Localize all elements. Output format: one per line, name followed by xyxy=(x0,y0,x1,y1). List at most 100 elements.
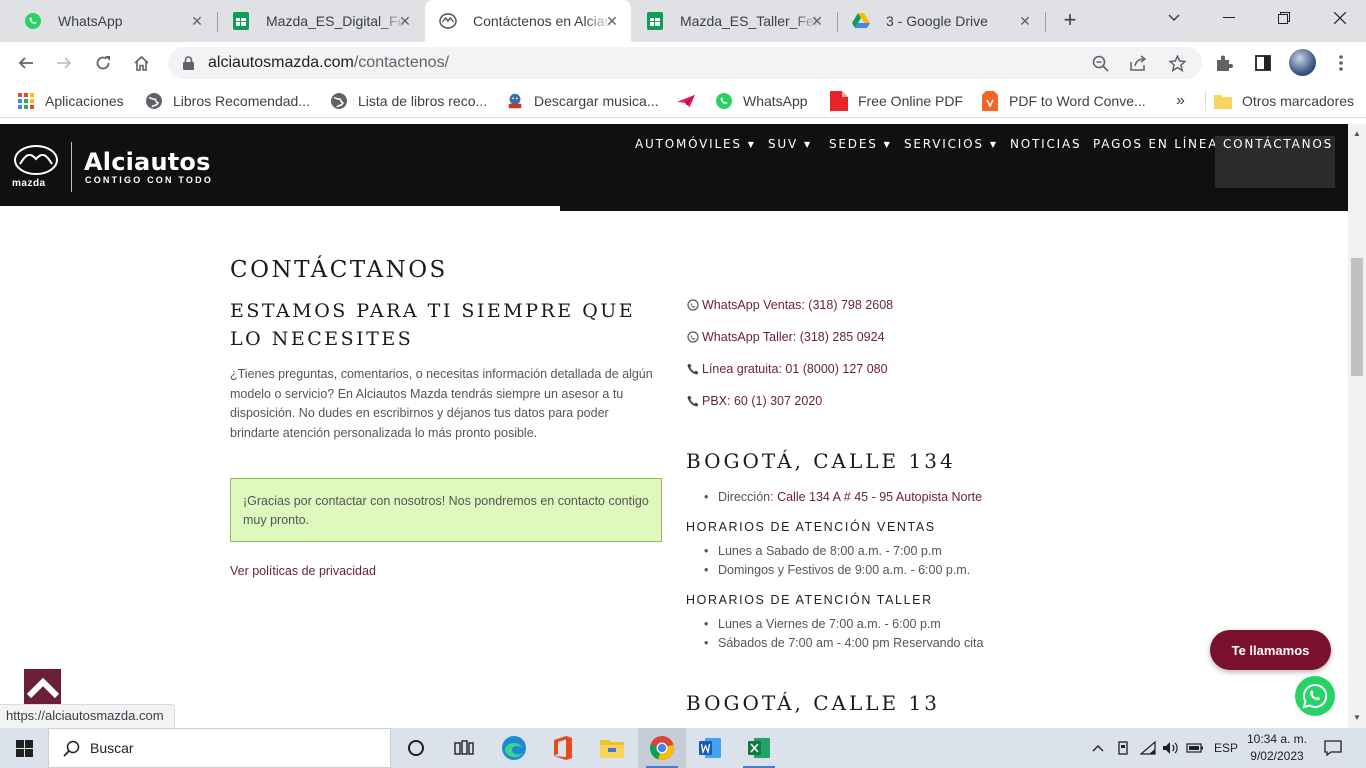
restore-button[interactable] xyxy=(1256,0,1312,36)
tab-search-chevron-icon[interactable] xyxy=(1146,0,1202,36)
sales-hours-item: • Domingos y Festivos de 9:00 a.m. - 6:00… xyxy=(704,563,971,577)
url-path: /contactenos/ xyxy=(353,54,450,71)
contact-pbx[interactable]: PBX: 60 (1) 307 2020 xyxy=(686,394,822,408)
brand-name[interactable]: Alciautos xyxy=(84,148,211,176)
bookmark-pdf-to-word[interactable]: PDF to Word Conve... xyxy=(981,91,1146,111)
nav-label: CONTÁCTANOS xyxy=(1223,137,1334,151)
reload-icon[interactable] xyxy=(90,50,116,76)
pdf-convert-icon xyxy=(981,91,999,111)
star-bookmark-icon[interactable] xyxy=(1167,53,1187,73)
globe-icon xyxy=(145,92,163,110)
nav-suv[interactable]: SUV ▼ xyxy=(768,124,812,164)
status-bar-url: https://alciautosmazda.com xyxy=(0,704,175,728)
bookmark-libros-recomendados[interactable]: Libros Recomendad... xyxy=(145,91,310,111)
call-me-button[interactable]: Te llamamos xyxy=(1210,630,1331,670)
minimize-button[interactable] xyxy=(1201,0,1257,36)
network-tray-icon[interactable] xyxy=(1140,728,1156,768)
taskbar-search-box[interactable]: Buscar xyxy=(48,728,391,768)
lock-icon[interactable] xyxy=(183,56,194,75)
close-icon[interactable]: ✕ xyxy=(808,12,826,30)
tab-whatsapp[interactable]: WhatsApp ✕ xyxy=(10,0,216,42)
contact-whatsapp-ventas[interactable]: WhatsApp Ventas: (318) 798 2608 xyxy=(686,298,893,312)
taskbar-chrome[interactable] xyxy=(638,728,686,768)
scroll-up-arrow-icon[interactable]: ▲ xyxy=(1353,129,1361,138)
address-label: Dirección: xyxy=(718,490,774,504)
bookmark-otros-marcadores[interactable]: Otros marcadores xyxy=(1205,91,1354,111)
device-tray-icon[interactable] xyxy=(1116,728,1130,768)
folder-icon xyxy=(1214,92,1232,110)
forward-arrow-icon[interactable] xyxy=(51,50,77,76)
new-tab-button[interactable]: + xyxy=(1058,9,1082,32)
whatsapp-float-button[interactable] xyxy=(1295,676,1335,716)
nav-contactanos[interactable]: CONTÁCTANOS xyxy=(1215,136,1335,188)
scroll-to-top-button[interactable] xyxy=(24,669,61,706)
tab-title: WhatsApp xyxy=(58,13,123,29)
side-panel-icon[interactable] xyxy=(1252,52,1274,74)
close-icon[interactable]: ✕ xyxy=(188,12,206,30)
battery-tray-icon[interactable] xyxy=(1186,728,1204,768)
bookmark-label: PDF to Word Conve... xyxy=(1009,93,1146,109)
bookmark-label: WhatsApp xyxy=(743,93,808,109)
windows-start-button[interactable] xyxy=(0,728,48,768)
back-arrow-icon[interactable] xyxy=(13,50,39,76)
bookmark-paper-plane[interactable] xyxy=(677,91,705,111)
notifications-button[interactable] xyxy=(1324,728,1342,768)
tab-mazda-taller[interactable]: Mazda_ES_Taller_Feb ✕ xyxy=(632,0,836,42)
share-icon[interactable] xyxy=(1128,53,1148,73)
bookmark-whatsapp[interactable]: WhatsApp xyxy=(715,91,808,111)
speaker-icon xyxy=(1163,742,1178,754)
close-icon[interactable]: ✕ xyxy=(603,12,621,30)
scrollbar-thumb[interactable] xyxy=(1351,258,1363,376)
scroll-down-arrow-icon[interactable]: ▼ xyxy=(1353,713,1361,722)
input-language[interactable]: ESP xyxy=(1214,728,1238,768)
bookmark-free-online-pdf[interactable]: Free Online PDF xyxy=(830,91,963,111)
page-scrollbar[interactable]: ▲ ▼ xyxy=(1348,124,1366,728)
more-menu-icon[interactable] xyxy=(1330,52,1352,74)
zoom-out-icon[interactable] xyxy=(1090,53,1110,73)
close-window-button[interactable] xyxy=(1312,0,1366,36)
more-bookmarks-chevron-icon[interactable]: » xyxy=(1176,91,1185,111)
contact-linea-gratuita[interactable]: Línea gratuita: 01 (8000) 127 080 xyxy=(686,362,888,376)
bookmark-lista-de-libros[interactable]: Lista de libros reco... xyxy=(330,91,487,111)
nav-pagos-en-linea[interactable]: PAGOS EN LÍNEA xyxy=(1093,124,1218,164)
home-icon[interactable] xyxy=(128,50,154,76)
taskbar-file-explorer[interactable] xyxy=(588,728,636,768)
system-clock[interactable]: 10:34 a. m. 9/02/2023 xyxy=(1244,731,1310,765)
task-view-button[interactable] xyxy=(440,728,488,768)
taskbar-excel[interactable] xyxy=(735,728,783,768)
windows-logo-icon xyxy=(15,739,33,757)
contact-label: Línea gratuita: 01 (8000) 127 080 xyxy=(702,362,888,376)
close-icon[interactable]: ✕ xyxy=(1016,12,1034,30)
nav-automoviles[interactable]: AUTOMÓVILES ▼ xyxy=(635,124,756,164)
privacy-policy-link[interactable]: Ver políticas de privacidad xyxy=(230,564,376,578)
nav-servicios[interactable]: SERVICIOS ▼ xyxy=(904,124,998,164)
battery-icon xyxy=(1186,743,1203,753)
taskbar-edge[interactable] xyxy=(490,728,538,768)
nav-label: AUTOMÓVILES xyxy=(635,137,742,151)
address-link[interactable]: Calle 134 A # 45 - 95 Autopista Norte xyxy=(777,490,982,504)
tab-google-drive[interactable]: 3 - Google Drive ✕ xyxy=(838,0,1044,42)
tab-contactenos[interactable]: Contáctenos en Alciautos ✕ xyxy=(425,0,631,42)
contact-whatsapp-taller[interactable]: WhatsApp Taller: (318) 285 0924 xyxy=(686,330,885,344)
address-bar[interactable]: alciautosmazda.com/contactenos/ xyxy=(168,47,1202,79)
cortana-button[interactable] xyxy=(392,728,440,768)
extensions-puzzle-icon[interactable] xyxy=(1213,52,1235,74)
tab-mazda-digital[interactable]: Mazda_ES_Digital_Fe ✕ xyxy=(218,0,424,42)
nav-sedes[interactable]: SEDES ▼ xyxy=(829,124,892,164)
taskbar-office[interactable] xyxy=(539,728,587,768)
taskbar-word[interactable] xyxy=(686,728,734,768)
close-icon[interactable]: ✕ xyxy=(396,12,414,30)
bookmark-descargar-musica[interactable]: Descargar musica... xyxy=(506,91,658,111)
profile-avatar[interactable] xyxy=(1289,49,1316,76)
bookmark-aplicaciones[interactable]: Aplicaciones xyxy=(17,91,124,111)
nav-noticias[interactable]: NOTICIAS xyxy=(1010,124,1081,164)
bookmark-label: Lista de libros reco... xyxy=(358,93,488,109)
url-domain: alciautosmazda.com xyxy=(208,54,354,71)
word-icon xyxy=(699,738,721,758)
url-text[interactable]: alciautosmazda.com/contactenos/ xyxy=(208,54,449,72)
show-hidden-icons-chevron[interactable] xyxy=(1092,728,1104,768)
bookmark-label: Libros Recomendad... xyxy=(173,93,310,109)
volume-tray-icon[interactable] xyxy=(1162,728,1180,768)
bookmark-label: Aplicaciones xyxy=(45,93,124,109)
folder-icon xyxy=(600,740,624,758)
